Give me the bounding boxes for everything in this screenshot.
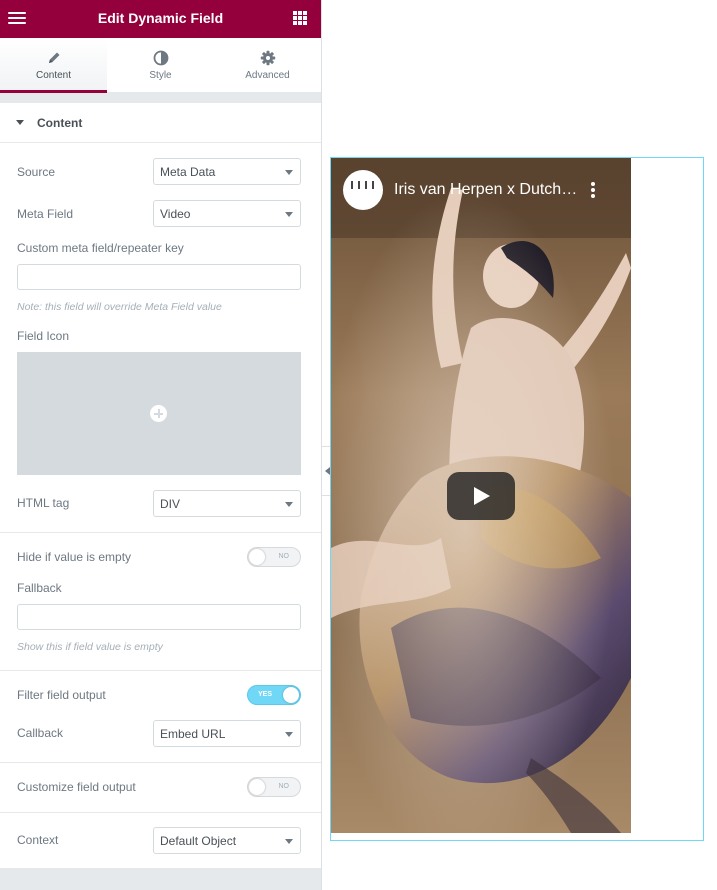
chevron-down-icon	[285, 732, 293, 737]
context-select[interactable]: Default Object	[153, 827, 301, 854]
section-content-toggle[interactable]: Content	[0, 103, 321, 143]
source-label: Source	[17, 165, 56, 179]
chevron-down-icon	[285, 839, 293, 844]
panel-header: Edit Dynamic Field	[0, 0, 321, 38]
tab-advanced[interactable]: Advanced	[214, 38, 321, 93]
customize-output-label: Customize field output	[17, 780, 136, 794]
callback-select[interactable]: Embed URL	[153, 720, 301, 747]
fallback-label: Fallback	[17, 581, 62, 595]
switch-text: NO	[278, 553, 290, 560]
meta-field-label: Meta Field	[17, 207, 74, 221]
meta-field-value: Video	[160, 207, 191, 221]
switch-knob	[283, 687, 299, 703]
widgets-grid-icon[interactable]	[293, 11, 307, 25]
customize-output-switch[interactable]: NO	[247, 777, 301, 797]
add-icon	[150, 405, 167, 422]
channel-avatar[interactable]	[343, 170, 383, 210]
custom-key-input[interactable]	[17, 264, 301, 290]
field-icon-label: Field Icon	[17, 329, 70, 343]
more-options-icon[interactable]	[590, 182, 596, 200]
html-tag-select[interactable]: DIV	[153, 490, 301, 517]
panel-title: Edit Dynamic Field	[97, 10, 224, 26]
custom-key-label: Custom meta field/repeater key	[17, 241, 184, 255]
tab-content-label: Content	[35, 70, 72, 81]
half-circle-icon	[153, 50, 168, 66]
tab-content[interactable]: Content	[0, 38, 107, 93]
divider	[0, 670, 321, 671]
divider	[0, 762, 321, 763]
switch-text: YES	[258, 691, 273, 698]
fallback-input[interactable]	[17, 604, 301, 630]
tab-style-label: Style	[149, 70, 172, 81]
switch-knob	[249, 779, 265, 795]
custom-key-note: Note: this field will override Meta Fiel…	[17, 301, 222, 313]
pencil-icon	[48, 52, 59, 63]
source-value: Meta Data	[160, 165, 216, 179]
html-tag-label: HTML tag	[17, 496, 70, 510]
html-tag-value: DIV	[160, 497, 181, 511]
filter-output-switch[interactable]: YES	[247, 685, 301, 705]
source-select[interactable]: Meta Data	[153, 158, 301, 185]
chevron-down-icon	[285, 502, 293, 507]
panel-tabs: Content Style Advanced	[0, 38, 321, 93]
tab-style[interactable]: Style	[107, 38, 214, 93]
divider	[0, 812, 321, 813]
editor-panel: Edit Dynamic Field Content Style Advance…	[0, 0, 322, 890]
fallback-note: Show this if field value is empty	[17, 641, 163, 653]
channel-logo-icon	[350, 181, 376, 189]
switch-knob	[249, 549, 265, 565]
context-label: Context	[17, 833, 59, 847]
gear-icon	[260, 50, 275, 66]
play-icon	[474, 487, 490, 505]
tabs-separator	[0, 93, 321, 103]
panel-footer-space	[0, 868, 321, 890]
chevron-down-icon	[285, 170, 293, 175]
play-button[interactable]	[447, 472, 515, 520]
switch-text: NO	[278, 783, 290, 790]
caret-down-icon	[16, 120, 24, 125]
video-title[interactable]: Iris van Herpen x Dutch National Ballet	[394, 181, 579, 199]
meta-field-select[interactable]: Video	[153, 200, 301, 227]
callback-label: Callback	[17, 726, 64, 740]
context-value: Default Object	[160, 834, 237, 848]
hide-empty-label: Hide if value is empty	[17, 550, 132, 564]
hide-empty-switch[interactable]: NO	[247, 547, 301, 567]
divider	[0, 532, 321, 533]
section-title: Content	[37, 116, 83, 130]
field-icon-picker[interactable]	[17, 352, 301, 475]
filter-output-label: Filter field output	[17, 688, 106, 702]
callback-value: Embed URL	[160, 727, 226, 741]
tab-advanced-label: Advanced	[245, 70, 290, 81]
chevron-down-icon	[285, 212, 293, 217]
